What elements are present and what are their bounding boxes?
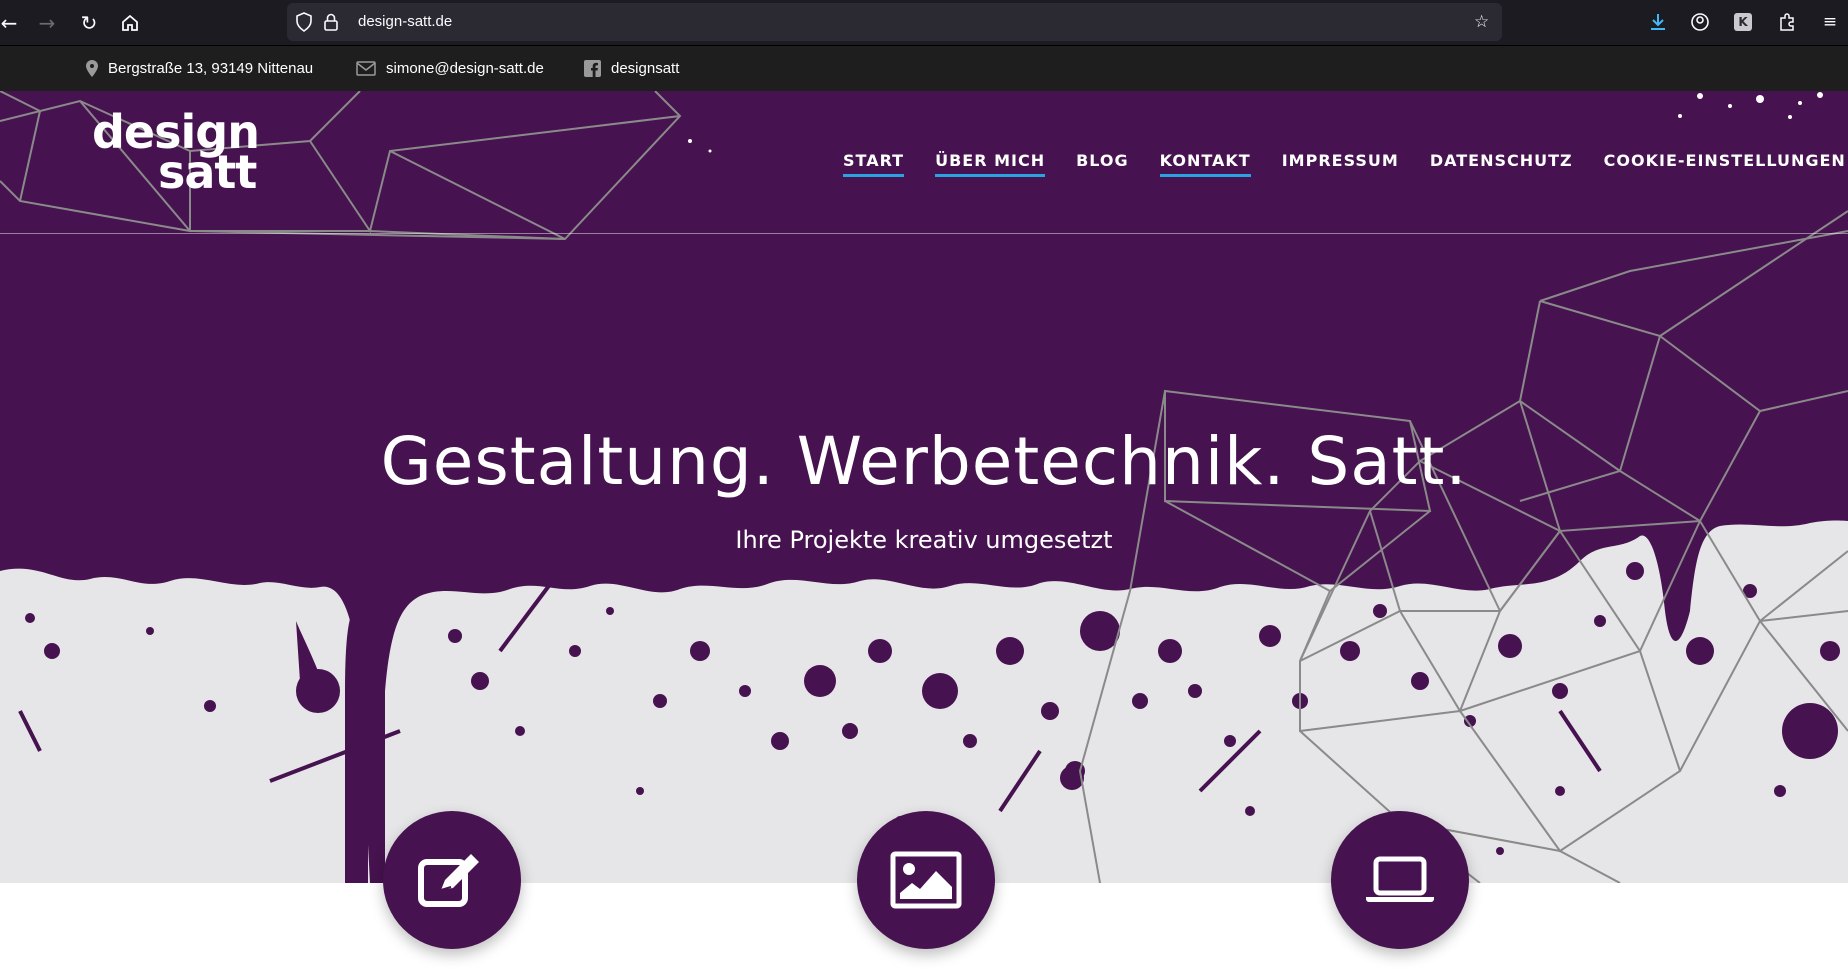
envelope-icon (356, 61, 376, 76)
facebook-icon (584, 60, 601, 77)
extension-k-icon: K (1734, 13, 1752, 31)
home-icon (122, 14, 138, 31)
back-button[interactable]: ← (0, 10, 22, 36)
nav-blog[interactable]: BLOG (1076, 151, 1129, 177)
arrow-right-icon: → (38, 11, 56, 35)
browser-toolbar: ← → ↻ design-satt.de ☆ K ≡ (0, 0, 1848, 46)
map-pin-icon (86, 60, 98, 77)
extension-button[interactable]: K (1731, 10, 1755, 34)
download-icon (1651, 14, 1665, 30)
account-button[interactable] (1688, 10, 1712, 34)
home-button[interactable] (117, 10, 143, 36)
forward-button[interactable]: → (34, 10, 60, 36)
reload-button[interactable]: ↻ (76, 10, 102, 36)
image-icon (890, 851, 962, 909)
site-logo[interactable]: design satt (92, 109, 260, 199)
nav-impressum[interactable]: IMPRESSUM (1282, 151, 1399, 177)
nav-datenschutz[interactable]: DATENSCHUTZ (1430, 151, 1573, 177)
url-bar[interactable]: design-satt.de ☆ (287, 3, 1502, 41)
puzzle-icon (1780, 13, 1794, 31)
contact-infobar: Bergstraße 13, 93149 Nittenau simone@des… (0, 46, 1848, 91)
nav-cookie-einstellungen[interactable]: COOKIE-EINSTELLUNGEN (1604, 151, 1846, 177)
lock-icon[interactable] (323, 12, 339, 37)
laptop-icon (1366, 856, 1434, 902)
facebook-item[interactable]: designsatt (584, 60, 679, 77)
address-text: Bergstraße 13, 93149 Nittenau (108, 60, 314, 77)
nav-ueber-mich[interactable]: ÜBER MICH (935, 151, 1046, 177)
shield-icon[interactable] (295, 12, 313, 37)
logo-line-2: satt (158, 145, 257, 199)
main-navigation: START ÜBER MICH BLOG KONTAKT IMPRESSUM D… (843, 151, 1846, 177)
bookmark-star-icon[interactable]: ☆ (1474, 12, 1489, 32)
header-divider (0, 233, 1848, 234)
facebook-link[interactable]: designsatt (611, 60, 679, 77)
service-web-button[interactable] (1331, 811, 1469, 949)
service-design-button[interactable] (383, 811, 521, 949)
hero-section: design satt START ÜBER MICH BLOG KONTAKT… (0, 91, 1848, 883)
nav-kontakt[interactable]: KONTAKT (1159, 151, 1251, 177)
hero-subheadline: Ihre Projekte kreativ umgesetzt (735, 526, 1113, 554)
menu-button[interactable]: ≡ (1818, 10, 1842, 34)
email-link[interactable]: simone@design-satt.de (386, 60, 544, 77)
nav-start[interactable]: START (843, 151, 905, 177)
hero-headline: Gestaltung. Werbetechnik. Satt. (380, 423, 1468, 500)
arrow-left-icon: ← (0, 11, 18, 35)
edit-pen-icon (418, 854, 479, 907)
hamburger-menu-icon: ≡ (1822, 12, 1838, 32)
address-item: Bergstraße 13, 93149 Nittenau (86, 60, 313, 77)
email-item[interactable]: simone@design-satt.de (356, 60, 544, 77)
downloads-button[interactable] (1646, 10, 1670, 34)
service-graphics-button[interactable] (857, 811, 995, 949)
account-icon (1691, 13, 1709, 31)
reload-icon: ↻ (80, 11, 98, 35)
extensions-button[interactable] (1775, 10, 1799, 34)
url-text[interactable]: design-satt.de (358, 13, 452, 30)
